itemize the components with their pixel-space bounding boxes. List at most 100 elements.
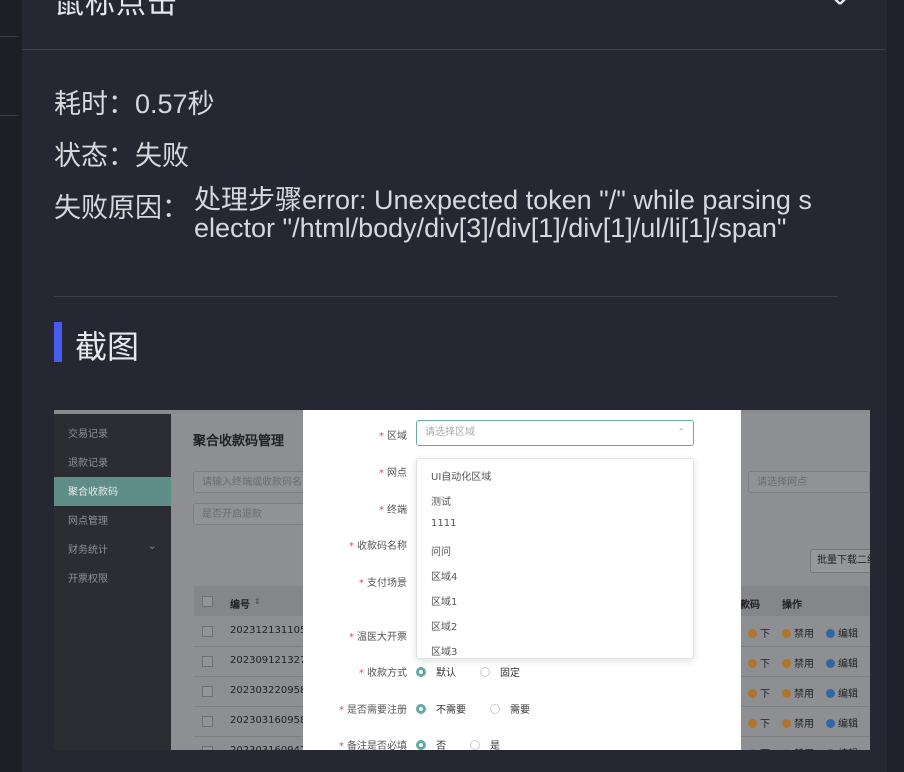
- disable-icon: [782, 629, 791, 638]
- edit-icon: [826, 629, 835, 638]
- header-divider: [22, 49, 886, 50]
- radio-default: 默认: [416, 664, 456, 679]
- disable-icon: [782, 689, 791, 698]
- region-select: 请选择区域 ⌃: [416, 420, 694, 446]
- edit-icon: [826, 659, 835, 668]
- refund-select: 是否开启退款: [193, 503, 313, 525]
- status-line: 状态：失败: [54, 134, 189, 173]
- edit-link: 编辑: [826, 625, 858, 640]
- outlet-select: 请选择网点: [748, 471, 870, 493]
- edit-link: 编辑: [826, 655, 858, 670]
- row-checkbox: [202, 656, 213, 667]
- sidebar-item: 聚合收款码: [68, 487, 118, 498]
- chevron-up-icon: ⌃: [677, 428, 685, 438]
- scene-label: * 支付场景: [359, 578, 407, 589]
- disable-link: 禁用: [782, 625, 814, 640]
- screenshot-image[interactable]: 交易记录 退款记录 聚合收款码 网点管理 财务统计 ⌄ 开票权限 聚合收款码管理…: [54, 410, 870, 750]
- select-all-checkbox: [202, 596, 213, 607]
- duration-value: 0.57秒: [135, 89, 215, 119]
- invoice-label: * 温医大开票: [349, 632, 407, 643]
- column-header: 编号: [230, 600, 250, 611]
- close-icon[interactable]: [824, 0, 852, 12]
- duration-line: 耗时：0.57秒: [54, 82, 215, 121]
- outlet-label: * 网点: [379, 468, 407, 479]
- row-checkbox: [202, 746, 213, 750]
- divider: [0, 36, 18, 37]
- download-icon: [748, 629, 757, 638]
- disable-link: 禁用: [782, 655, 814, 670]
- terminal-label: * 终端: [379, 505, 407, 516]
- status-label: 状态：: [54, 141, 135, 171]
- divider: [0, 115, 18, 116]
- region-dropdown: UI自动化区域 测试 1111 问问 区域4 区域1 区域2 区域3: [416, 458, 694, 659]
- disable-link: 禁用: [782, 685, 814, 700]
- app-sidebar: 交易记录 退款记录 聚合收款码 网点管理 财务统计 ⌄ 开票权限: [54, 414, 171, 750]
- edit-link: 编辑: [826, 715, 858, 730]
- sidebar-item: 交易记录: [68, 429, 108, 440]
- radio-no-register: 不需要: [416, 701, 466, 716]
- sidebar-item: 财务统计: [68, 545, 108, 556]
- reason-label: 失败原因：: [54, 193, 189, 223]
- download-link: 下: [748, 625, 770, 640]
- region-label: * 区域: [379, 431, 407, 442]
- batch-download-button: 批量下载二维: [810, 549, 870, 573]
- remark-label: * 备注是否必填: [339, 741, 407, 750]
- download-icon: [748, 749, 757, 750]
- dropdown-option: 区域2: [431, 622, 458, 633]
- duration-label: 耗时：: [54, 89, 135, 119]
- edit-icon: [826, 689, 835, 698]
- download-link: 下: [748, 685, 770, 700]
- disable-link: 禁用: [782, 745, 814, 750]
- reason-text: 处理步骤error: Unexpected token "/" while pa…: [194, 185, 812, 243]
- edit-icon: [826, 749, 835, 750]
- code-name-label: * 收款码名称: [349, 541, 407, 552]
- disable-icon: [782, 719, 791, 728]
- dropdown-option: 1111: [431, 518, 457, 529]
- status-value: 失败: [135, 141, 189, 171]
- section-divider: [54, 296, 838, 297]
- disable-icon: [782, 749, 791, 750]
- edit-link: 编辑: [826, 745, 858, 750]
- sidebar-item: 开票权限: [68, 574, 108, 585]
- dropdown-option: 问问: [431, 547, 451, 558]
- edit-icon: [826, 719, 835, 728]
- register-label: * 是否需要注册: [339, 705, 407, 716]
- dropdown-option: 区域3: [431, 647, 458, 658]
- download-icon: [748, 659, 757, 668]
- download-link: 下: [748, 715, 770, 730]
- disable-link: 禁用: [782, 715, 814, 730]
- column-header: 操作: [782, 600, 802, 611]
- radio-remark-no: 否: [416, 737, 446, 750]
- edit-dialog: * 区域 请选择区域 ⌃ * 网点 * 终端 * 收款码名称 * 支付场景 * 温医大开票 *…: [303, 410, 741, 750]
- drawer-title: 鼠标点击: [54, 0, 178, 20]
- row-checkbox: [202, 686, 213, 697]
- download-link: 下: [748, 655, 770, 670]
- radio-register: 需要: [490, 701, 530, 716]
- pay-mode-label: * 收款方式: [359, 668, 407, 679]
- background-sidebar: [0, 0, 23, 772]
- radio-remark-yes: 是: [470, 737, 500, 750]
- column-header: 款码: [740, 600, 760, 611]
- download-link: 下: [748, 745, 770, 750]
- disable-icon: [782, 659, 791, 668]
- sidebar-item: 网点管理: [68, 516, 108, 527]
- radio-fixed: 固定: [480, 664, 520, 679]
- row-checkbox: [202, 626, 213, 637]
- dropdown-option: 区域1: [431, 597, 458, 608]
- dropdown-option: 区域4: [431, 572, 458, 583]
- dropdown-option: 测试: [431, 497, 451, 508]
- screenshot-section-title: 截图: [75, 329, 140, 365]
- download-icon: [748, 719, 757, 728]
- result-drawer: 鼠标点击 耗时：0.57秒 状态：失败 失败原因： 处理步骤error: Une…: [22, 0, 904, 772]
- chevron-down-icon: ⌄: [148, 541, 157, 552]
- edit-link: 编辑: [826, 685, 858, 700]
- row-checkbox: [202, 716, 213, 727]
- app-page-title: 聚合收款码管理: [193, 434, 285, 449]
- filter-input: 请输入终端或收款码名: [193, 471, 313, 493]
- dropdown-option: UI自动化区域: [431, 472, 492, 483]
- sidebar-item: 退款记录: [68, 458, 108, 469]
- drawer-edge: [887, 0, 904, 772]
- download-icon: [748, 689, 757, 698]
- section-accent-bar: [54, 322, 62, 362]
- sort-icon: ⇕: [254, 597, 261, 606]
